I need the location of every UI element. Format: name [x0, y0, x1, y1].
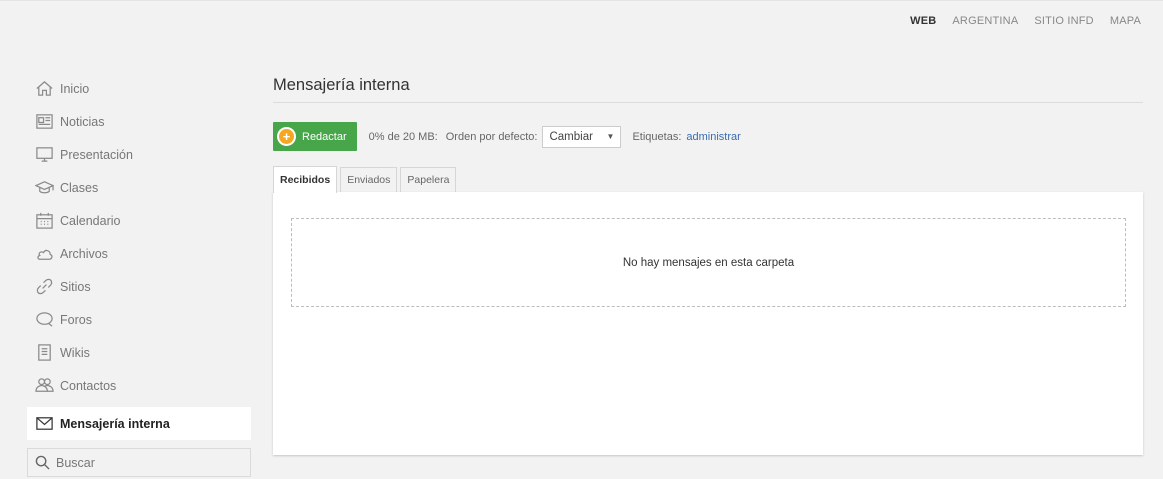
sidebar-item-calendario[interactable]: Calendario: [27, 204, 251, 237]
empty-state: No hay mensajes en esta carpeta: [291, 218, 1126, 307]
empty-message: No hay mensajes en esta carpeta: [622, 256, 795, 269]
document-icon: [34, 343, 54, 363]
order-select[interactable]: Cambiar ▼: [542, 125, 622, 148]
sidebar: Inicio Noticias Presentación Clases Cale…: [27, 72, 251, 477]
sidebar-item-label: Presentación: [60, 147, 133, 162]
sidebar-item-label: Foros: [60, 312, 92, 327]
compose-button[interactable]: + Redactar: [273, 122, 357, 151]
tab-enviados[interactable]: Enviados: [340, 167, 398, 192]
sidebar-item-label: Sitios: [60, 279, 91, 294]
search-placeholder: Buscar: [56, 455, 95, 470]
sidebar-item-label: Mensajería interna: [60, 416, 170, 431]
sidebar-item-sitios[interactable]: Sitios: [27, 270, 251, 303]
sidebar-item-foros[interactable]: Foros: [27, 303, 251, 336]
tab-papelera[interactable]: Papelera: [400, 167, 457, 192]
order-select-value: Cambiar: [549, 130, 593, 143]
sidebar-item-noticias[interactable]: Noticias: [27, 105, 251, 138]
home-icon: [34, 79, 54, 99]
graduation-cap-icon: [34, 178, 54, 198]
top-nav-mapa[interactable]: MAPA: [1110, 15, 1141, 27]
page-title: Mensajería interna: [273, 76, 1143, 103]
quota-text: 0% de 20 MB:: [368, 130, 438, 143]
sidebar-item-label: Noticias: [60, 114, 105, 129]
caret-down-icon: ▼: [606, 132, 615, 141]
messages-panel: No hay mensajes en esta carpeta: [273, 192, 1143, 455]
sidebar-item-presentacion[interactable]: Presentación: [27, 138, 251, 171]
sidebar-item-label: Calendario: [60, 213, 121, 228]
folder-tabs: Recibidos Enviados Papelera: [273, 166, 1143, 193]
chat-bubble-icon: [34, 310, 54, 330]
sidebar-item-label: Inicio: [60, 81, 90, 96]
top-nav-sitio-infd[interactable]: SITIO INFD: [1034, 15, 1093, 27]
plus-icon: +: [277, 127, 296, 146]
labels-label: Etiquetas:: [632, 130, 682, 143]
tab-recibidos[interactable]: Recibidos: [273, 166, 338, 193]
sidebar-item-label: Wikis: [60, 345, 90, 360]
sidebar-item-clases[interactable]: Clases: [27, 171, 251, 204]
search-icon: [35, 455, 50, 470]
search-input[interactable]: Buscar: [27, 448, 251, 477]
sidebar-item-wikis[interactable]: Wikis: [27, 336, 251, 369]
sidebar-item-archivos[interactable]: Archivos: [27, 237, 251, 270]
sidebar-item-label: Contactos: [60, 378, 117, 393]
contacts-icon: [34, 376, 54, 396]
top-nav-web[interactable]: WEB: [910, 15, 936, 27]
sidebar-item-inicio[interactable]: Inicio: [27, 72, 251, 105]
sidebar-item-mensajeria-interna[interactable]: Mensajería interna: [27, 407, 251, 440]
sidebar-item-contactos[interactable]: Contactos: [27, 369, 251, 402]
link-icon: [34, 277, 54, 297]
news-icon: [34, 112, 54, 132]
envelope-icon: [34, 414, 54, 434]
main-content: Mensajería interna + Redactar 0% de 20 M…: [273, 76, 1143, 455]
calendar-icon: [34, 211, 54, 231]
labels-manage-link[interactable]: administrar: [686, 131, 740, 143]
monitor-icon: [34, 145, 54, 165]
order-label: Orden por defecto:: [445, 130, 538, 143]
toolbar: + Redactar 0% de 20 MB: Orden por defect…: [273, 122, 1143, 151]
top-nav: WEB ARGENTINA SITIO INFD MAPA: [910, 15, 1141, 27]
sidebar-item-label: Clases: [60, 180, 99, 195]
top-nav-argentina[interactable]: ARGENTINA: [952, 15, 1018, 27]
compose-label: Redactar: [302, 130, 347, 143]
top-bar: WEB ARGENTINA SITIO INFD MAPA: [0, 0, 1163, 52]
cloud-icon: [34, 244, 54, 264]
sidebar-item-label: Archivos: [60, 246, 108, 261]
